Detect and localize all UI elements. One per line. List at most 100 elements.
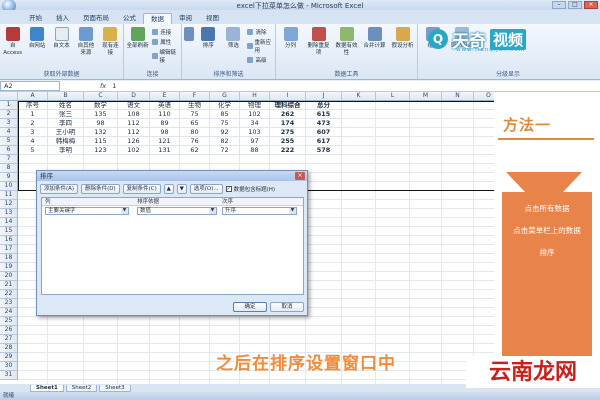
column-header: 列 (45, 199, 51, 205)
group-data-tools: 分列 删除重复项 数据有效性 合并计算 假设分析 数据工具 (276, 24, 418, 79)
refresh-all-button[interactable]: 全部刷新 (126, 27, 149, 50)
tab-view[interactable]: 视图 (199, 13, 226, 24)
tab-home[interactable]: 开始 (22, 13, 49, 24)
row-header-19[interactable]: 19 (0, 263, 18, 272)
add-level-button[interactable]: 添加条件(A) (40, 184, 79, 194)
reapply-button[interactable]: 重新应用 (247, 38, 273, 54)
row-header-24[interactable]: 24 (0, 308, 18, 317)
select-all-corner[interactable] (0, 92, 18, 101)
formula-input[interactable]: 1 (112, 82, 116, 90)
column-header-g[interactable]: G (210, 92, 240, 101)
ok-button[interactable]: 确定 (233, 302, 267, 312)
row-header-18[interactable]: 18 (0, 254, 18, 263)
row-header-26[interactable]: 26 (0, 326, 18, 335)
delete-level-button[interactable]: 删除条件(D) (81, 184, 120, 194)
tab-data[interactable]: 数据 (143, 13, 172, 24)
tab-formulas[interactable]: 公式 (116, 13, 143, 24)
row-header-7[interactable]: 7 (0, 155, 18, 164)
sort-by-select[interactable]: 主要关键字 ▼ (45, 207, 129, 215)
connections-button[interactable]: 连接 (152, 28, 179, 36)
tab-page-layout[interactable]: 页面布局 (76, 13, 116, 24)
row-header-2[interactable]: 2 (0, 110, 18, 119)
row-header-22[interactable]: 22 (0, 290, 18, 299)
column-header-h[interactable]: H (240, 92, 270, 101)
maximize-icon[interactable]: □ (568, 1, 582, 9)
row-header-8[interactable]: 8 (0, 164, 18, 173)
column-header-f[interactable]: F (180, 92, 210, 101)
row-header-29[interactable]: 29 (0, 353, 18, 362)
fx-label[interactable]: fx (100, 82, 106, 90)
row-header-17[interactable]: 17 (0, 245, 18, 254)
column-header-l[interactable]: L (376, 92, 410, 101)
sort-az-icon[interactable] (184, 27, 195, 43)
what-if-icon (395, 27, 410, 41)
move-down-icon[interactable]: ▼ (176, 184, 187, 194)
minimize-icon[interactable]: – (552, 1, 566, 9)
row-header-30[interactable]: 30 (0, 362, 18, 371)
row-header-12[interactable]: 12 (0, 200, 18, 209)
row-header-14[interactable]: 14 (0, 218, 18, 227)
name-box[interactable]: A2 (0, 81, 60, 91)
column-header-a[interactable]: A (18, 92, 48, 101)
order-select[interactable]: 升序 ▼ (222, 207, 297, 215)
sort-button[interactable]: 排序 (197, 27, 219, 50)
clear-button[interactable]: 清除 (247, 28, 273, 36)
from-other-button[interactable]: 自其他来源 (75, 27, 96, 57)
sheet-tab-1[interactable]: Sheet1 (30, 384, 64, 392)
what-if-button[interactable]: 假设分析 (390, 27, 415, 50)
column-header-n[interactable]: N (442, 92, 474, 101)
row-header-25[interactable]: 25 (0, 317, 18, 326)
sheet-tab-3[interactable]: Sheet3 (99, 384, 131, 392)
from-web-button[interactable]: 自网站 (26, 27, 47, 50)
column-header-m[interactable]: M (410, 92, 442, 101)
row-header-4[interactable]: 4 (0, 128, 18, 137)
dialog-close-icon[interactable]: × (295, 172, 305, 180)
sheet-tab-2[interactable]: Sheet2 (65, 384, 98, 392)
column-header-j[interactable]: J (306, 92, 342, 101)
row-header-21[interactable]: 21 (0, 281, 18, 290)
row-header-3[interactable]: 3 (0, 119, 18, 128)
existing-connections-button[interactable]: 现有连接 (100, 27, 121, 57)
row-header-13[interactable]: 13 (0, 209, 18, 218)
data-validation-button[interactable]: 数据有效性 (334, 27, 359, 57)
row-header-16[interactable]: 16 (0, 236, 18, 245)
text-to-columns-button[interactable]: 分列 (278, 27, 303, 50)
filter-button[interactable]: 筛选 (222, 27, 244, 50)
row-header-20[interactable]: 20 (0, 272, 18, 281)
copy-level-button[interactable]: 复制条件(C) (122, 184, 161, 194)
column-header-i[interactable]: I (270, 92, 306, 101)
sort-on-select[interactable]: 数值 ▼ (137, 207, 217, 215)
gridline (18, 343, 504, 344)
remove-duplicates-button[interactable]: 删除重复项 (306, 27, 331, 57)
row-header-23[interactable]: 23 (0, 299, 18, 308)
row-header-28[interactable]: 28 (0, 344, 18, 353)
consolidate-button[interactable]: 合并计算 (362, 27, 387, 50)
column-header-b[interactable]: B (48, 92, 84, 101)
row-header-27[interactable]: 27 (0, 335, 18, 344)
has-headers-checkbox[interactable]: ✓ 数据包含标题(H) (225, 185, 275, 193)
column-header-c[interactable]: C (84, 92, 118, 101)
dialog-title-bar: 排序 × (37, 171, 307, 181)
row-header-5[interactable]: 5 (0, 137, 18, 146)
row-header-10[interactable]: 10 (0, 182, 18, 191)
edit-links-button[interactable]: 编辑链接 (152, 48, 179, 64)
move-up-icon[interactable]: ▲ (163, 184, 174, 194)
from-text-button[interactable]: 自文本 (51, 27, 72, 50)
row-header-1[interactable]: 1 (0, 101, 18, 110)
column-header-k[interactable]: K (342, 92, 376, 101)
tab-review[interactable]: 审阅 (172, 13, 199, 24)
close-icon[interactable]: × (584, 1, 598, 9)
row-header-31[interactable]: 31 (0, 371, 18, 380)
row-header-9[interactable]: 9 (0, 173, 18, 182)
advanced-button[interactable]: 高级 (247, 56, 273, 64)
properties-button[interactable]: 属性 (152, 38, 179, 46)
row-header-6[interactable]: 6 (0, 146, 18, 155)
row-header-15[interactable]: 15 (0, 227, 18, 236)
options-button[interactable]: 选项(O)... (189, 184, 223, 194)
column-header-d[interactable]: D (118, 92, 150, 101)
from-access-button[interactable]: 自 Access (2, 27, 23, 57)
column-header-e[interactable]: E (150, 92, 180, 101)
cancel-button[interactable]: 取消 (270, 302, 304, 312)
tab-insert[interactable]: 插入 (49, 13, 76, 24)
row-header-11[interactable]: 11 (0, 191, 18, 200)
